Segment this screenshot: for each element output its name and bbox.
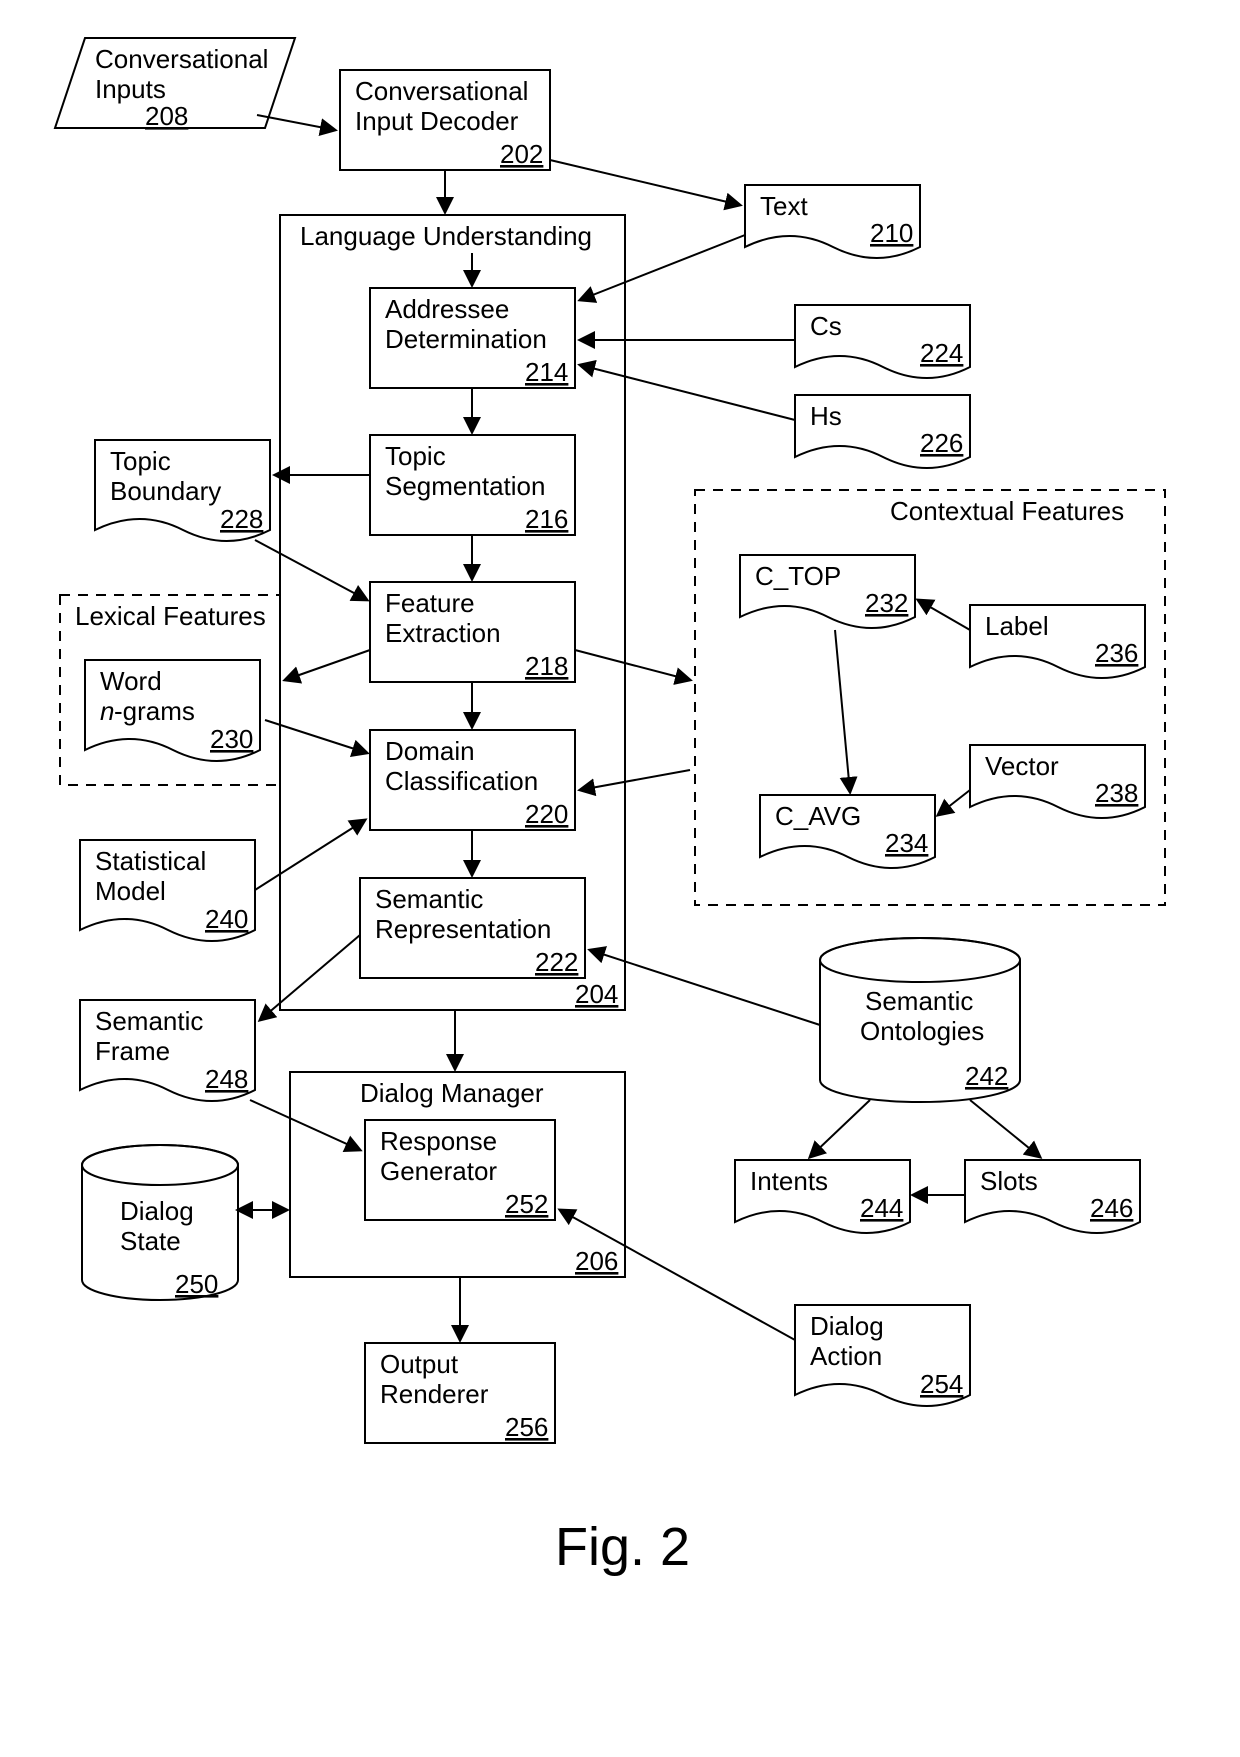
figure-label: Fig. 2	[555, 1517, 690, 1577]
label: Language Understanding	[300, 221, 592, 251]
label: Boundary	[110, 476, 221, 506]
label: Semantic	[95, 1006, 203, 1036]
ref: 210	[870, 218, 913, 248]
ref: 232	[865, 588, 908, 618]
label: Conversational	[355, 76, 528, 106]
ref: 206	[575, 1246, 618, 1276]
ref: 248	[205, 1064, 248, 1094]
ref: 208	[145, 101, 188, 131]
label: Text	[760, 191, 808, 221]
arrow	[810, 1100, 870, 1157]
arrow	[970, 1100, 1040, 1157]
ref: 234	[885, 828, 928, 858]
label: Dialog	[810, 1311, 884, 1341]
label: Ontologies	[860, 1016, 984, 1046]
ref: 222	[535, 947, 578, 977]
label: Slots	[980, 1166, 1038, 1196]
label: Input Decoder	[355, 106, 519, 136]
label: Conversational	[95, 44, 268, 74]
label: Classification	[385, 766, 538, 796]
ref: 254	[920, 1369, 963, 1399]
ref: 238	[1095, 778, 1138, 808]
ref: 202	[500, 139, 543, 169]
label: Label	[985, 611, 1049, 641]
ref: 256	[505, 1412, 548, 1442]
ref: 228	[220, 504, 263, 534]
label: Inputs	[95, 74, 166, 104]
label: Segmentation	[385, 471, 545, 501]
label: Determination	[385, 324, 547, 354]
label: -grams	[114, 696, 195, 726]
label: Domain	[385, 736, 475, 766]
label: Output	[380, 1349, 459, 1379]
label: Extraction	[385, 618, 501, 648]
label: Vector	[985, 751, 1059, 781]
label: Contextual Features	[890, 496, 1124, 526]
arrow	[835, 630, 850, 792]
ref: 250	[175, 1269, 218, 1299]
label: C_TOP	[755, 561, 841, 591]
arrow	[550, 160, 740, 205]
ref: 216	[525, 504, 568, 534]
label: Semantic	[375, 884, 483, 914]
ref: 236	[1095, 638, 1138, 668]
arrow	[918, 600, 970, 630]
label: Statistical	[95, 846, 206, 876]
label: Model	[95, 876, 166, 906]
label: Lexical Features	[75, 601, 266, 631]
label: Dialog	[120, 1196, 194, 1226]
label: Intents	[750, 1166, 828, 1196]
arrow	[938, 790, 970, 815]
label: State	[120, 1226, 181, 1256]
label: Topic	[385, 441, 446, 471]
ref: 246	[1090, 1193, 1133, 1223]
ref: 240	[205, 904, 248, 934]
label: Action	[810, 1341, 882, 1371]
label: Frame	[95, 1036, 170, 1066]
label: Response	[380, 1126, 497, 1156]
label: Representation	[375, 914, 551, 944]
ref: 252	[505, 1189, 548, 1219]
label: Word	[100, 666, 162, 696]
label: Addressee	[385, 294, 509, 324]
ref: 230	[210, 724, 253, 754]
label: Hs	[810, 401, 842, 431]
ref: 204	[575, 979, 618, 1009]
label: Cs	[810, 311, 842, 341]
label: Semantic	[865, 986, 973, 1016]
ref: 214	[525, 357, 568, 387]
label: Feature	[385, 588, 475, 618]
ref: 220	[525, 799, 568, 829]
ref: 226	[920, 428, 963, 458]
arrow	[257, 115, 335, 130]
label: Generator	[380, 1156, 497, 1186]
ref: 224	[920, 338, 963, 368]
label: n	[100, 696, 114, 726]
label: C_AVG	[775, 801, 861, 831]
diagram-canvas: Conversational Inputs 208 Conversational…	[0, 0, 1240, 1757]
ref: 244	[860, 1193, 903, 1223]
ref: 218	[525, 651, 568, 681]
label: Dialog Manager	[360, 1078, 544, 1108]
label: Renderer	[380, 1379, 489, 1409]
label: Topic	[110, 446, 171, 476]
ref: 242	[965, 1061, 1008, 1091]
